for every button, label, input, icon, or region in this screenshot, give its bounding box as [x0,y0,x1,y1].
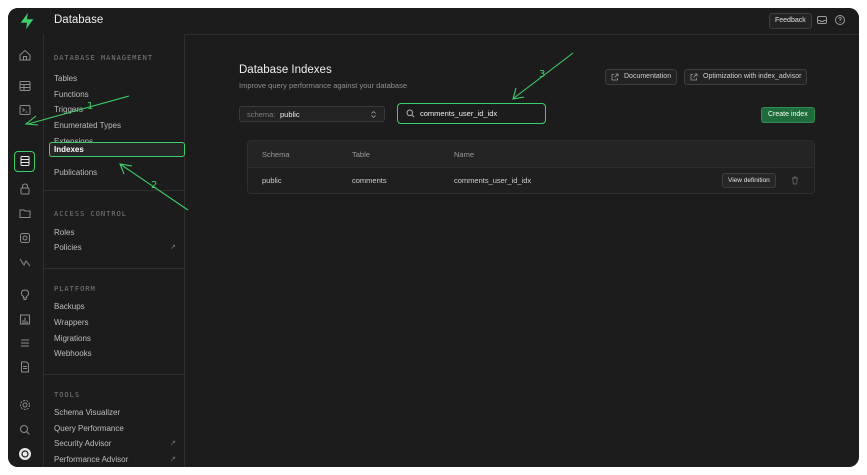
nav-item-schema-visualizer[interactable]: Schema Visualizer [54,408,120,417]
search-input[interactable] [420,107,540,119]
table-header: Schema Table Name [248,141,814,168]
optimization-advisor-button[interactable]: Optimization with index_advisor [684,69,808,85]
user-avatar-icon[interactable] [18,447,32,461]
feedback-button[interactable]: Feedback [769,13,812,29]
view-definition-button[interactable]: View definition [722,173,776,188]
external-link-icon: ↗ [170,440,176,447]
annotation-number: 2 [151,180,158,191]
nav-item-roles[interactable]: Roles [54,228,74,237]
database-icon[interactable] [18,154,32,168]
nav-item-indexes[interactable]: Indexes [54,145,84,154]
nav-section-title: PLATFORM [54,285,96,293]
help-icon[interactable] [834,14,846,26]
schema-label: schema: [247,110,276,119]
nav-divider [44,374,184,375]
nav-item-backups[interactable]: Backups [54,302,85,311]
supabase-logo-icon[interactable] [18,12,36,30]
indexes-table: Schema Table Name public comments commen… [247,140,815,194]
external-link-icon [611,73,619,81]
realtime-icon[interactable] [18,255,32,269]
external-link-icon: ↗ [170,244,176,251]
column-header-table: Table [352,150,370,159]
edge-functions-icon[interactable] [18,231,32,245]
page-title: Database Indexes [239,64,332,76]
nav-section-title: ACCESS CONTROL [54,210,128,218]
optimization-advisor-label: Optimization with index_advisor [703,73,802,80]
column-header-schema: Schema [262,150,290,159]
search-icon [406,109,415,118]
nav-item-triggers[interactable]: Triggers [54,105,83,114]
inbox-icon[interactable] [816,14,828,26]
nav-section-title: TOOLS [54,391,81,399]
nav-item-webhooks[interactable]: Webhooks [54,349,92,358]
app-window: Database Feedback DATABASE MANAGEMENT Ta… [8,8,859,467]
nav-item-performance-advisor[interactable]: Performance Advisor [54,455,128,464]
create-index-button[interactable]: Create index [761,107,815,123]
nav-section-title: DATABASE MANAGEMENT [54,54,154,62]
authentication-icon[interactable] [18,182,32,196]
external-link-icon [690,73,698,81]
settings-icon[interactable] [18,398,32,412]
documentation-label: Documentation [624,73,672,80]
annotation-number: 3 [539,69,546,80]
table-editor-icon[interactable] [18,79,32,93]
documentation-button[interactable]: Documentation [605,69,678,85]
top-bar: Database Feedback [8,8,859,35]
nav-item-publications[interactable]: Publications [54,168,97,177]
nav-item-enumerated-types[interactable]: Enumerated Types [54,121,121,130]
cell-schema: public [262,176,282,185]
app-title: Database [54,14,104,26]
nav-item-wrappers[interactable]: Wrappers [54,318,89,327]
chevron-up-down-icon [371,110,376,119]
main-content: Database Indexes Improve query performan… [185,35,859,467]
annotation-number: 1 [87,101,94,112]
home-icon[interactable] [18,48,32,62]
page-subtitle: Improve query performance against your d… [239,81,408,90]
external-link-icon: ↗ [170,456,176,463]
nav-item-functions[interactable]: Functions [54,90,89,99]
advisors-icon[interactable] [18,288,32,302]
column-header-name: Name [454,150,475,159]
icon-rail [8,34,44,467]
api-docs-icon[interactable] [18,360,32,374]
cell-table: comments [352,176,387,185]
nav-item-policies[interactable]: Policies [54,243,82,252]
schema-value: public [280,110,300,119]
nav-item-security-advisor[interactable]: Security Advisor [54,439,111,448]
sql-editor-icon[interactable] [18,103,32,117]
index-search[interactable] [397,103,546,124]
nav-item-query-performance[interactable]: Query Performance [54,424,124,433]
storage-icon[interactable] [18,206,32,220]
trash-icon[interactable] [791,176,799,185]
nav-divider [44,190,184,191]
nav-item-migrations[interactable]: Migrations [54,334,91,343]
nav-divider [44,268,184,269]
cell-name: comments_user_id_idx [454,176,532,185]
reports-icon[interactable] [18,312,32,326]
schema-select[interactable]: schema: public [239,106,385,122]
search-icon[interactable] [18,423,32,437]
nav-item-tables[interactable]: Tables [54,74,77,83]
logs-icon[interactable] [18,336,32,350]
database-nav: DATABASE MANAGEMENT Tables Functions Tri… [44,34,185,467]
